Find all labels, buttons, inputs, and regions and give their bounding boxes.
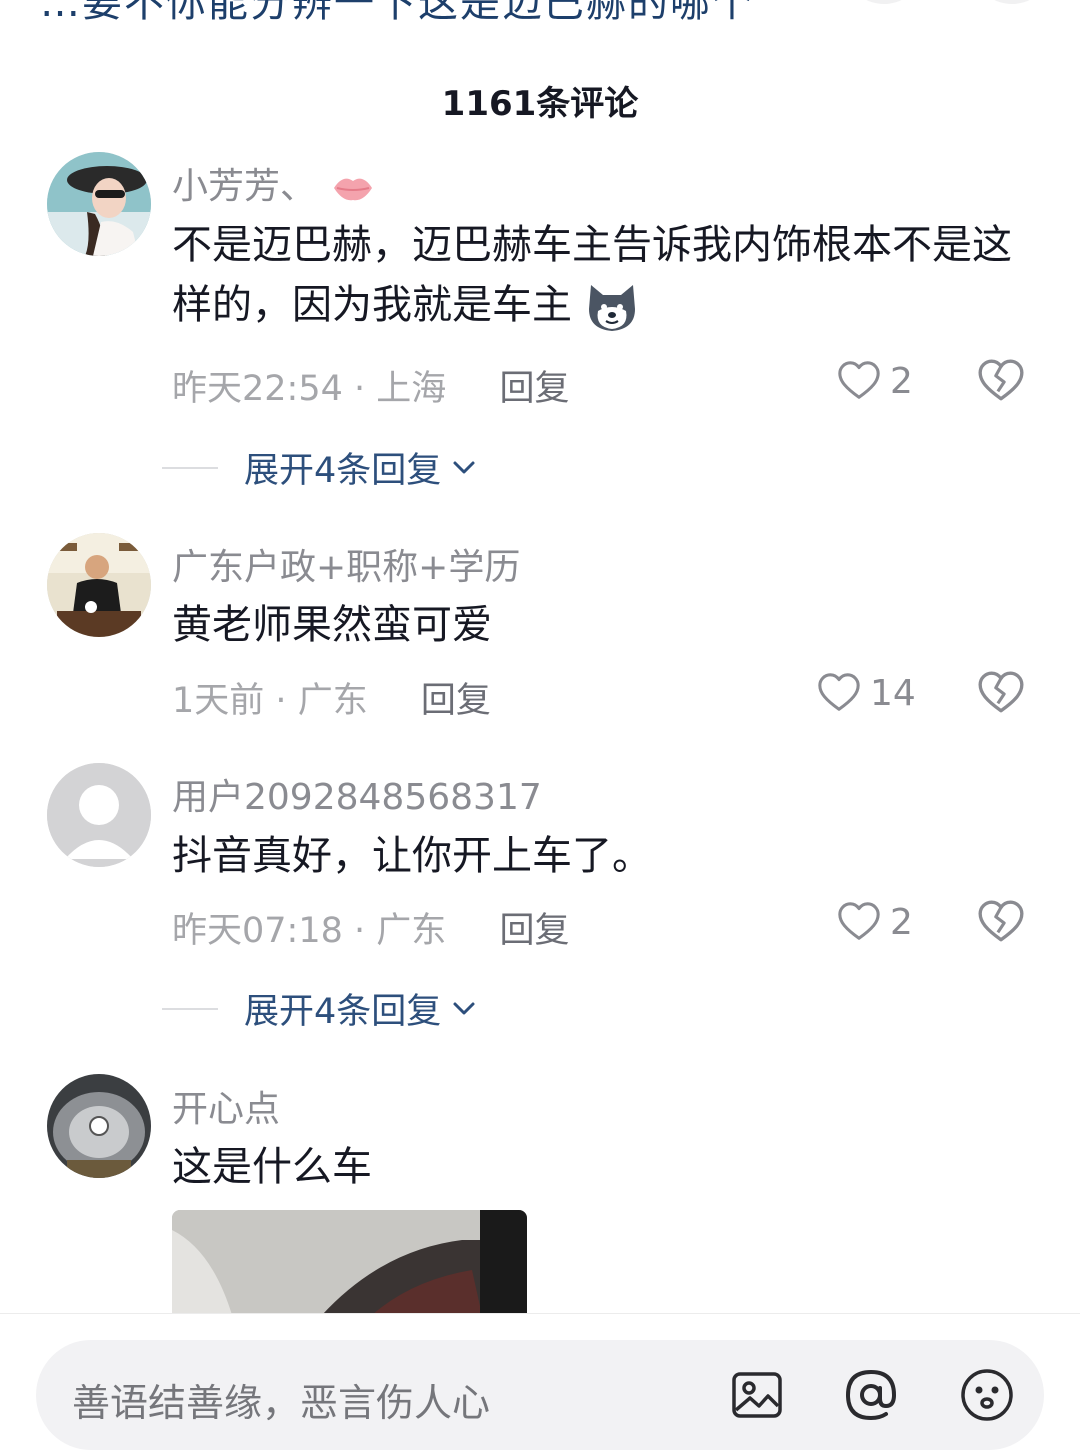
- comment-text: 不是迈巴赫，迈巴赫车主告诉我内饰根本不是这样的，因为我就是车主: [172, 215, 1042, 335]
- comment-image[interactable]: [172, 1210, 527, 1315]
- comment-meta: 1天前 · 广东 回复: [172, 681, 491, 721]
- username[interactable]: 广东户政+职称+学历: [172, 538, 520, 590]
- comment-text: 这是什么车: [172, 1144, 372, 1190]
- like-button[interactable]: 2: [836, 897, 913, 947]
- expand-replies-label: 展开4条回复: [244, 992, 442, 1032]
- heart-outline-icon: [838, 361, 880, 399]
- broken-heart-icon[interactable]: [976, 356, 1026, 406]
- comment-input[interactable]: 善语结善缘，恶言伤人心: [36, 1340, 1044, 1450]
- avatar[interactable]: [47, 152, 151, 256]
- comment-count-title: 1161条评论: [441, 84, 639, 124]
- like-count: 14: [870, 672, 916, 714]
- lips-emoji: [334, 178, 373, 201]
- expand-replies-button[interactable]: 展开4条回复: [162, 983, 479, 1034]
- avatar[interactable]: [47, 1074, 151, 1178]
- divider-line: [162, 1007, 218, 1010]
- broken-heart-icon[interactable]: [976, 668, 1026, 718]
- comment-location: 上海: [376, 369, 447, 409]
- like-button[interactable]: 2: [836, 356, 913, 406]
- comment-time: 昨天07:18: [172, 911, 343, 951]
- heart-outline-icon: [838, 902, 880, 940]
- expand-replies-button[interactable]: 展开4条回复: [162, 442, 479, 493]
- comment-input-bar: 善语结善缘，恶言伤人心: [0, 1313, 1080, 1450]
- comment-meta: 昨天07:18 · 广东 回复: [172, 911, 570, 951]
- emoji-smile-icon[interactable]: [958, 1366, 1016, 1424]
- username[interactable]: 开心点: [172, 1080, 280, 1132]
- comment-meta: 昨天22:54 · 上海 回复: [172, 369, 570, 409]
- comment-text: 抖音真好，让你开上车了。: [172, 833, 652, 879]
- username[interactable]: 小芳芳、: [172, 157, 375, 209]
- comment-time: 1天前: [172, 681, 265, 721]
- chevron-down-icon: [453, 1002, 475, 1014]
- avatar[interactable]: [47, 763, 151, 867]
- broken-heart-icon[interactable]: [976, 897, 1026, 947]
- heart-outline-icon: [818, 673, 860, 711]
- top-cut-row: …要不你能分辨一下这是迈巴赫的哪个: [0, 0, 1080, 26]
- like-count: 2: [890, 360, 913, 402]
- reply-button[interactable]: 回复: [499, 911, 569, 951]
- partial-top-text: …要不你能分辨一下这是迈巴赫的哪个: [40, 0, 754, 26]
- like-count: 2: [890, 901, 913, 943]
- image-icon[interactable]: [728, 1366, 786, 1424]
- divider-line: [162, 466, 218, 469]
- avatar[interactable]: [47, 533, 151, 637]
- top-button-right[interactable]: [980, 0, 1044, 4]
- like-button[interactable]: 14: [816, 668, 916, 718]
- at-mention-icon[interactable]: [842, 1366, 900, 1424]
- top-button-left[interactable]: [852, 0, 916, 4]
- reply-button[interactable]: 回复: [499, 369, 569, 409]
- comment-time: 昨天22:54: [172, 369, 343, 409]
- comment-input-placeholder: 善语结善缘，恶言伤人心: [72, 1381, 491, 1425]
- username[interactable]: 用户2092848568317: [172, 768, 542, 820]
- reply-button[interactable]: 回复: [421, 681, 491, 721]
- comment-location: 广东: [376, 911, 447, 951]
- comment-location: 广东: [297, 681, 368, 721]
- expand-replies-label: 展开4条回复: [244, 451, 442, 491]
- chevron-down-icon: [453, 461, 475, 473]
- dog-face-emoji: [588, 285, 635, 331]
- comment-text: 黄老师果然蛮可爱: [172, 602, 492, 648]
